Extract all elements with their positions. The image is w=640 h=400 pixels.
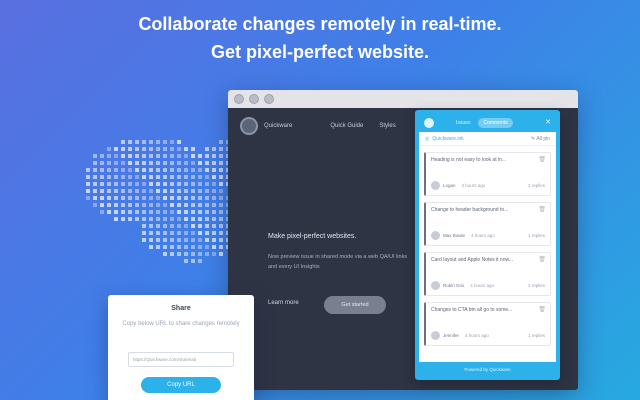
trash-icon[interactable]: 🗑 <box>538 306 546 313</box>
browser-close-button[interactable] <box>234 94 244 104</box>
comment-meta: Max Bowie 4 hours ago 1 replies <box>431 231 545 240</box>
nav-link-quick-guide[interactable]: Quick Guide <box>330 123 363 129</box>
user-avatar[interactable] <box>424 118 434 128</box>
trash-icon[interactable]: 🗑 <box>538 206 546 213</box>
site-hero-title: Make pixel-perfect websites. <box>268 233 357 240</box>
pin-filter[interactable]: ✎ All pin <box>531 136 550 142</box>
pin-filter-text: All pin <box>536 135 550 142</box>
pin-icon: ✎ <box>531 135 536 142</box>
comment-time: 4 hours ago <box>465 333 489 338</box>
panel-header: Issues Comments ✕ <box>419 114 556 132</box>
learn-more-link[interactable]: Learn more <box>268 300 299 306</box>
comment-meta: Logan 4 hours ago 2 replies <box>431 181 545 190</box>
hero-headline: Collaborate changes remotely in real-tim… <box>0 10 640 66</box>
comment-text: Changes to CTA btn all go to some... <box>431 307 513 313</box>
comment-card[interactable]: Change to header background to... 🗑 Max … <box>424 202 551 246</box>
comment-card[interactable]: Changes to CTA btn all go to some... 🗑 J… <box>424 302 551 346</box>
browser-minimize-button[interactable] <box>249 94 259 104</box>
comment-text: Change to header background to... <box>431 207 509 213</box>
avatar <box>431 281 440 290</box>
comment-meta: Robin Grix 4 hours ago 2 replies <box>431 281 545 290</box>
comment-author: Logan <box>443 183 456 188</box>
comment-meta: Jennifer 4 hours ago 1 replies <box>431 331 545 340</box>
globe-icon: ◎ <box>425 135 430 142</box>
comment-author: Jennifer <box>443 333 460 338</box>
avatar <box>431 331 440 340</box>
share-title: Share <box>171 305 191 312</box>
comment-time: 4 hours ago <box>471 233 495 238</box>
comment-card[interactable]: Card layout and Apple Notes it now... 🗑 … <box>424 252 551 296</box>
headline-line-2: Get pixel-perfect website. <box>210 42 430 62</box>
share-description: Copy below URL to share changes remotely <box>122 321 240 327</box>
url-label-text: Quickware.ink <box>432 135 464 142</box>
browser-toolbar <box>228 90 578 108</box>
comment-time: 4 hours ago <box>470 283 495 288</box>
url-label[interactable]: ◎ Quickware.ink <box>425 136 464 142</box>
panel-subheader: ◎ Quickware.ink ✎ All pin <box>419 132 556 146</box>
get-started-button[interactable]: Get started <box>324 296 386 314</box>
share-card: Share Copy below URL to share changes re… <box>108 295 254 400</box>
share-url-input[interactable] <box>128 352 234 367</box>
comments-panel: Issues Comments ✕ ◎ Quickware.ink ✎ All … <box>415 110 560 380</box>
comment-author: Max Bowie <box>443 233 466 238</box>
site-logo[interactable] <box>240 117 258 135</box>
copy-url-button[interactable]: Copy URL <box>141 377 221 393</box>
comment-replies[interactable]: 1 replies <box>528 333 545 338</box>
close-icon[interactable]: ✕ <box>545 118 551 126</box>
avatar <box>431 231 440 240</box>
comment-replies[interactable]: 2 replies <box>528 283 545 288</box>
tab-issues[interactable]: Issues <box>456 120 470 126</box>
browser-maximize-button[interactable] <box>264 94 274 104</box>
comment-replies[interactable]: 2 replies <box>528 183 545 188</box>
panel-footer: Powered by Quickware <box>419 362 556 376</box>
site-name[interactable]: Quickware <box>264 123 292 129</box>
comment-author: Robin Grix <box>443 283 465 288</box>
site-hero-text: Now preview issue in shared mode via a w… <box>268 254 408 270</box>
comment-replies[interactable]: 1 replies <box>528 233 545 238</box>
trash-icon[interactable]: 🗑 <box>538 256 546 263</box>
comment-card[interactable]: Heading is not easy to look at in... 🗑 L… <box>424 152 551 196</box>
comment-time: 4 hours ago <box>461 183 486 188</box>
avatar <box>431 181 440 190</box>
nav-link-styles[interactable]: Styles <box>379 123 395 129</box>
headline-line-1: Collaborate changes remotely in real-tim… <box>138 14 502 34</box>
comment-text: Card layout and Apple Notes it now... <box>431 257 513 263</box>
trash-icon[interactable]: 🗑 <box>538 156 546 163</box>
comment-text: Heading is not easy to look at in... <box>431 157 507 163</box>
tab-comments[interactable]: Comments <box>478 118 513 128</box>
